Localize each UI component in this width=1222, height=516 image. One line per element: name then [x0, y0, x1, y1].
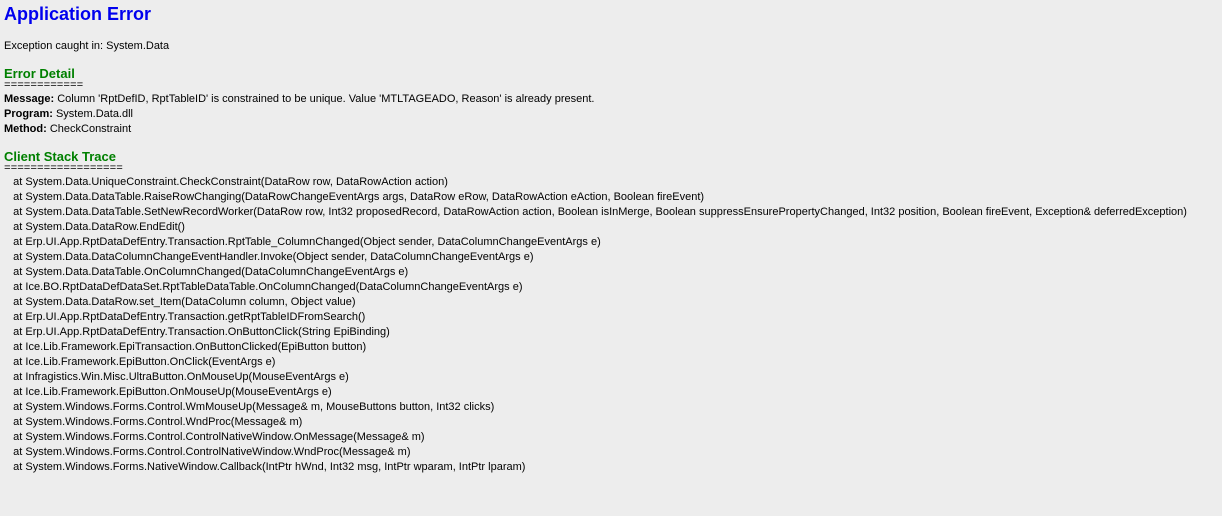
stack-trace-line: at Erp.UI.App.RptDataDefEntry.Transactio… — [4, 310, 1218, 325]
exception-value: System.Data — [106, 40, 169, 52]
stack-trace-line: at System.Data.UniqueConstraint.CheckCon… — [4, 175, 1218, 190]
page-title: Application Error — [4, 4, 1218, 25]
stack-trace-header: Client Stack Trace — [4, 149, 1218, 164]
stack-trace-line: at Erp.UI.App.RptDataDefEntry.Transactio… — [4, 235, 1218, 250]
stack-trace-line: at System.Data.DataColumnChangeEventHand… — [4, 250, 1218, 265]
message-value: Column 'RptDefID, RptTableID' is constra… — [57, 93, 594, 105]
program-line: Program: System.Data.dll — [4, 107, 1218, 122]
stack-trace-separator: ================== — [4, 163, 1218, 175]
stack-trace-line: at Ice.Lib.Framework.EpiTransaction.OnBu… — [4, 340, 1218, 355]
error-detail-separator: ============ — [4, 80, 1218, 92]
stack-trace-line: at System.Data.DataRow.EndEdit() — [4, 220, 1218, 235]
stack-trace-container: at System.Data.UniqueConstraint.CheckCon… — [4, 175, 1218, 475]
stack-trace-line: at Ice.Lib.Framework.EpiButton.OnClick(E… — [4, 355, 1218, 370]
stack-trace-line: at Infragistics.Win.Misc.UltraButton.OnM… — [4, 370, 1218, 385]
message-line: Message: Column 'RptDefID, RptTableID' i… — [4, 92, 1218, 107]
stack-trace-line: at System.Windows.Forms.Control.ControlN… — [4, 445, 1218, 460]
stack-trace-line: at System.Windows.Forms.NativeWindow.Cal… — [4, 460, 1218, 475]
method-line: Method: CheckConstraint — [4, 122, 1218, 137]
stack-trace-line: at System.Data.DataRow.set_Item(DataColu… — [4, 295, 1218, 310]
program-label: Program: — [4, 108, 53, 120]
stack-trace-line: at System.Data.DataTable.RaiseRowChangin… — [4, 190, 1218, 205]
stack-trace-line: at Erp.UI.App.RptDataDefEntry.Transactio… — [4, 325, 1218, 340]
exception-line: Exception caught in: System.Data — [4, 39, 1218, 54]
program-value: System.Data.dll — [56, 108, 133, 120]
method-label: Method: — [4, 123, 47, 135]
stack-trace-line: at Ice.BO.RptDataDefDataSet.RptTableData… — [4, 280, 1218, 295]
stack-trace-line: at System.Data.DataTable.OnColumnChanged… — [4, 265, 1218, 280]
stack-trace-line: at System.Windows.Forms.Control.WndProc(… — [4, 415, 1218, 430]
message-label: Message: — [4, 93, 54, 105]
stack-trace-line: at System.Windows.Forms.Control.ControlN… — [4, 430, 1218, 445]
error-detail-header: Error Detail — [4, 66, 1218, 81]
stack-trace-line: at Ice.Lib.Framework.EpiButton.OnMouseUp… — [4, 385, 1218, 400]
stack-trace-line: at System.Data.DataTable.SetNewRecordWor… — [4, 205, 1218, 220]
exception-label: Exception caught in: — [4, 40, 103, 52]
method-value: CheckConstraint — [50, 123, 131, 135]
stack-trace-line: at System.Windows.Forms.Control.WmMouseU… — [4, 400, 1218, 415]
